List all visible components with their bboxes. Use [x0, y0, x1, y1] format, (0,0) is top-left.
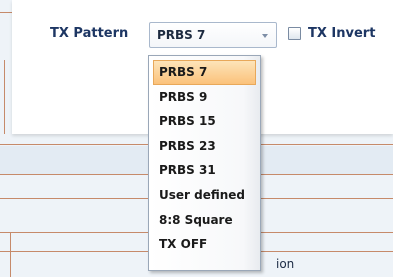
- background-partial-label: ion: [276, 257, 295, 271]
- dropdown-option-prbs-15[interactable]: PRBS 15: [153, 109, 256, 134]
- dropdown-option-tx-off[interactable]: TX OFF: [153, 232, 256, 257]
- tx-invert-label[interactable]: TX Invert: [308, 26, 375, 41]
- dropdown-option-prbs-7[interactable]: PRBS 7: [153, 60, 256, 85]
- dropdown-option-prbs-9[interactable]: PRBS 9: [153, 85, 256, 110]
- dropdown-options: PRBS 7 PRBS 9 PRBS 15 PRBS 23 PRBS 31 Us…: [149, 56, 260, 257]
- divider-line: [4, 60, 5, 134]
- dropdown-option-8-8-square[interactable]: 8:8 Square: [153, 208, 256, 233]
- divider-line: [10, 233, 11, 277]
- tx-invert-checkbox[interactable]: [288, 27, 301, 40]
- divider-line: [0, 12, 12, 13]
- chevron-down-icon[interactable]: [262, 34, 268, 38]
- tx-pattern-label: TX Pattern: [50, 26, 129, 41]
- tx-pattern-selected-value: PRBS 7: [157, 28, 206, 42]
- tx-pattern-dropdown-list[interactable]: PRBS 7 PRBS 9 PRBS 15 PRBS 23 PRBS 31 Us…: [148, 55, 261, 271]
- tx-pattern-combobox[interactable]: PRBS 7: [149, 22, 277, 48]
- dropdown-option-prbs-23[interactable]: PRBS 23: [153, 134, 256, 159]
- dropdown-option-user-defined[interactable]: User defined: [153, 183, 256, 208]
- dropdown-option-prbs-31[interactable]: PRBS 31: [153, 158, 256, 183]
